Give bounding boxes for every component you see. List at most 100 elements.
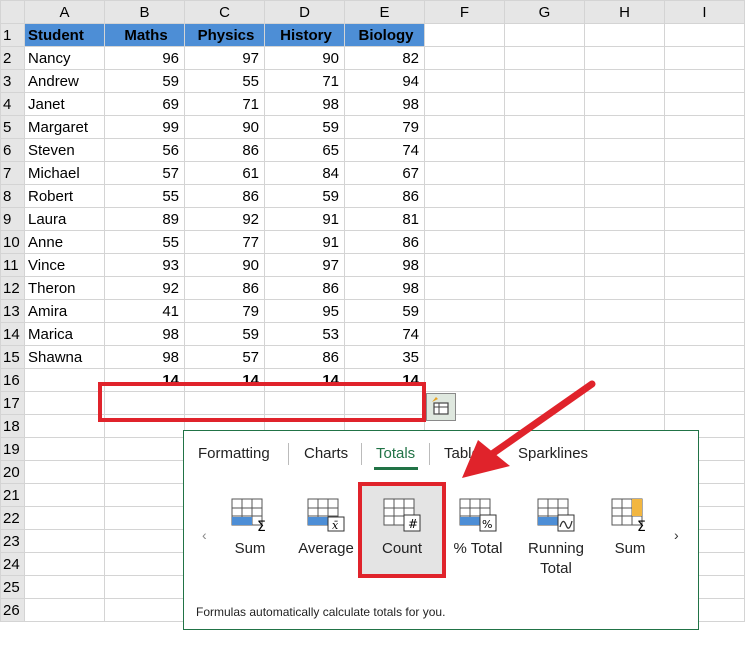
empty-cell[interactable] [504, 46, 585, 70]
empty-cell[interactable] [664, 299, 745, 323]
empty-cell[interactable] [584, 368, 665, 392]
score-cell[interactable]: 89 [104, 207, 185, 231]
score-cell[interactable]: 61 [184, 161, 265, 185]
empty-cell[interactable] [424, 368, 505, 392]
empty-cell[interactable] [424, 230, 505, 254]
empty-cell[interactable] [24, 506, 105, 530]
empty-cell[interactable] [584, 138, 665, 162]
row-header[interactable]: 2 [0, 46, 25, 70]
empty-cell[interactable] [504, 92, 585, 116]
score-cell[interactable]: 55 [184, 69, 265, 93]
score-cell[interactable]: 90 [184, 115, 265, 139]
empty-cell[interactable] [104, 460, 185, 484]
empty-cell[interactable] [664, 253, 745, 277]
empty-cell[interactable] [104, 529, 185, 553]
score-cell[interactable]: 86 [264, 276, 345, 300]
score-cell[interactable]: 98 [104, 322, 185, 346]
score-cell[interactable]: 71 [264, 69, 345, 93]
empty-cell[interactable] [664, 276, 745, 300]
row-header[interactable]: 25 [0, 575, 25, 599]
row-header[interactable]: 10 [0, 230, 25, 254]
empty-cell[interactable] [664, 322, 745, 346]
average-option[interactable]: x̄ Average [290, 497, 362, 559]
empty-cell[interactable] [424, 92, 505, 116]
empty-cell[interactable] [664, 368, 745, 392]
empty-cell[interactable] [504, 230, 585, 254]
row-header[interactable]: 13 [0, 299, 25, 323]
empty-cell[interactable] [424, 69, 505, 93]
header-cell[interactable]: Biology [344, 23, 425, 47]
column-header-c[interactable]: C [184, 0, 265, 24]
column-header-e[interactable]: E [344, 0, 425, 24]
row-header[interactable]: 3 [0, 69, 25, 93]
student-name-cell[interactable]: Amira [24, 299, 105, 323]
tab-formatting[interactable]: Formatting [198, 445, 270, 462]
header-cell[interactable]: History [264, 23, 345, 47]
score-cell[interactable]: 35 [344, 345, 425, 369]
score-cell[interactable]: 86 [184, 276, 265, 300]
score-cell[interactable]: 41 [104, 299, 185, 323]
header-cell[interactable]: Maths [104, 23, 185, 47]
empty-cell[interactable] [104, 506, 185, 530]
row-header[interactable]: 20 [0, 460, 25, 484]
empty-cell[interactable] [584, 69, 665, 93]
sum-columns-option[interactable]: Σ Sum [594, 497, 666, 559]
score-cell[interactable]: 55 [104, 184, 185, 208]
empty-cell[interactable] [424, 23, 505, 47]
empty-cell[interactable] [504, 115, 585, 139]
empty-cell[interactable] [584, 46, 665, 70]
empty-cell[interactable] [24, 598, 105, 622]
score-cell[interactable]: 93 [104, 253, 185, 277]
score-cell[interactable]: 53 [264, 322, 345, 346]
tab-tables[interactable]: Tables [444, 445, 487, 462]
empty-cell[interactable] [24, 460, 105, 484]
score-cell[interactable]: 98 [344, 253, 425, 277]
column-header-f[interactable]: F [424, 0, 505, 24]
empty-cell[interactable] [504, 276, 585, 300]
row-header[interactable]: 17 [0, 391, 25, 415]
row-header[interactable]: 9 [0, 207, 25, 231]
empty-cell[interactable] [424, 299, 505, 323]
student-name-cell[interactable]: Margaret [24, 115, 105, 139]
empty-cell[interactable] [104, 575, 185, 599]
empty-cell[interactable] [584, 345, 665, 369]
empty-cell[interactable] [664, 230, 745, 254]
student-name-cell[interactable]: Theron [24, 276, 105, 300]
empty-cell[interactable] [104, 483, 185, 507]
row-header[interactable]: 24 [0, 552, 25, 576]
score-cell[interactable]: 91 [264, 230, 345, 254]
score-cell[interactable]: 86 [184, 184, 265, 208]
select-all-corner[interactable] [0, 0, 25, 24]
empty-cell[interactable] [24, 575, 105, 599]
score-cell[interactable]: 91 [264, 207, 345, 231]
empty-cell[interactable] [664, 391, 745, 415]
score-cell[interactable]: 98 [344, 92, 425, 116]
empty-cell[interactable] [424, 184, 505, 208]
empty-cell[interactable] [504, 184, 585, 208]
scroll-left-arrow[interactable]: ‹ [202, 527, 207, 543]
score-cell[interactable]: 95 [264, 299, 345, 323]
empty-cell[interactable] [584, 207, 665, 231]
row-header[interactable]: 7 [0, 161, 25, 185]
score-cell[interactable]: 77 [184, 230, 265, 254]
empty-cell[interactable] [504, 322, 585, 346]
empty-cell[interactable] [504, 299, 585, 323]
score-cell[interactable]: 59 [104, 69, 185, 93]
score-cell[interactable]: 67 [344, 161, 425, 185]
empty-cell[interactable] [24, 414, 105, 438]
empty-cell[interactable] [584, 230, 665, 254]
score-cell[interactable]: 71 [184, 92, 265, 116]
score-cell[interactable]: 59 [184, 322, 265, 346]
score-cell[interactable]: 57 [184, 345, 265, 369]
score-cell[interactable]: 59 [344, 299, 425, 323]
score-cell[interactable]: 99 [104, 115, 185, 139]
score-cell[interactable]: 69 [104, 92, 185, 116]
tab-sparklines[interactable]: Sparklines [518, 445, 588, 462]
score-cell[interactable]: 65 [264, 138, 345, 162]
empty-cell[interactable] [424, 276, 505, 300]
score-cell[interactable]: 98 [344, 276, 425, 300]
empty-cell[interactable] [504, 23, 585, 47]
score-cell[interactable]: 82 [344, 46, 425, 70]
empty-cell[interactable] [584, 391, 665, 415]
score-cell[interactable]: 59 [264, 115, 345, 139]
